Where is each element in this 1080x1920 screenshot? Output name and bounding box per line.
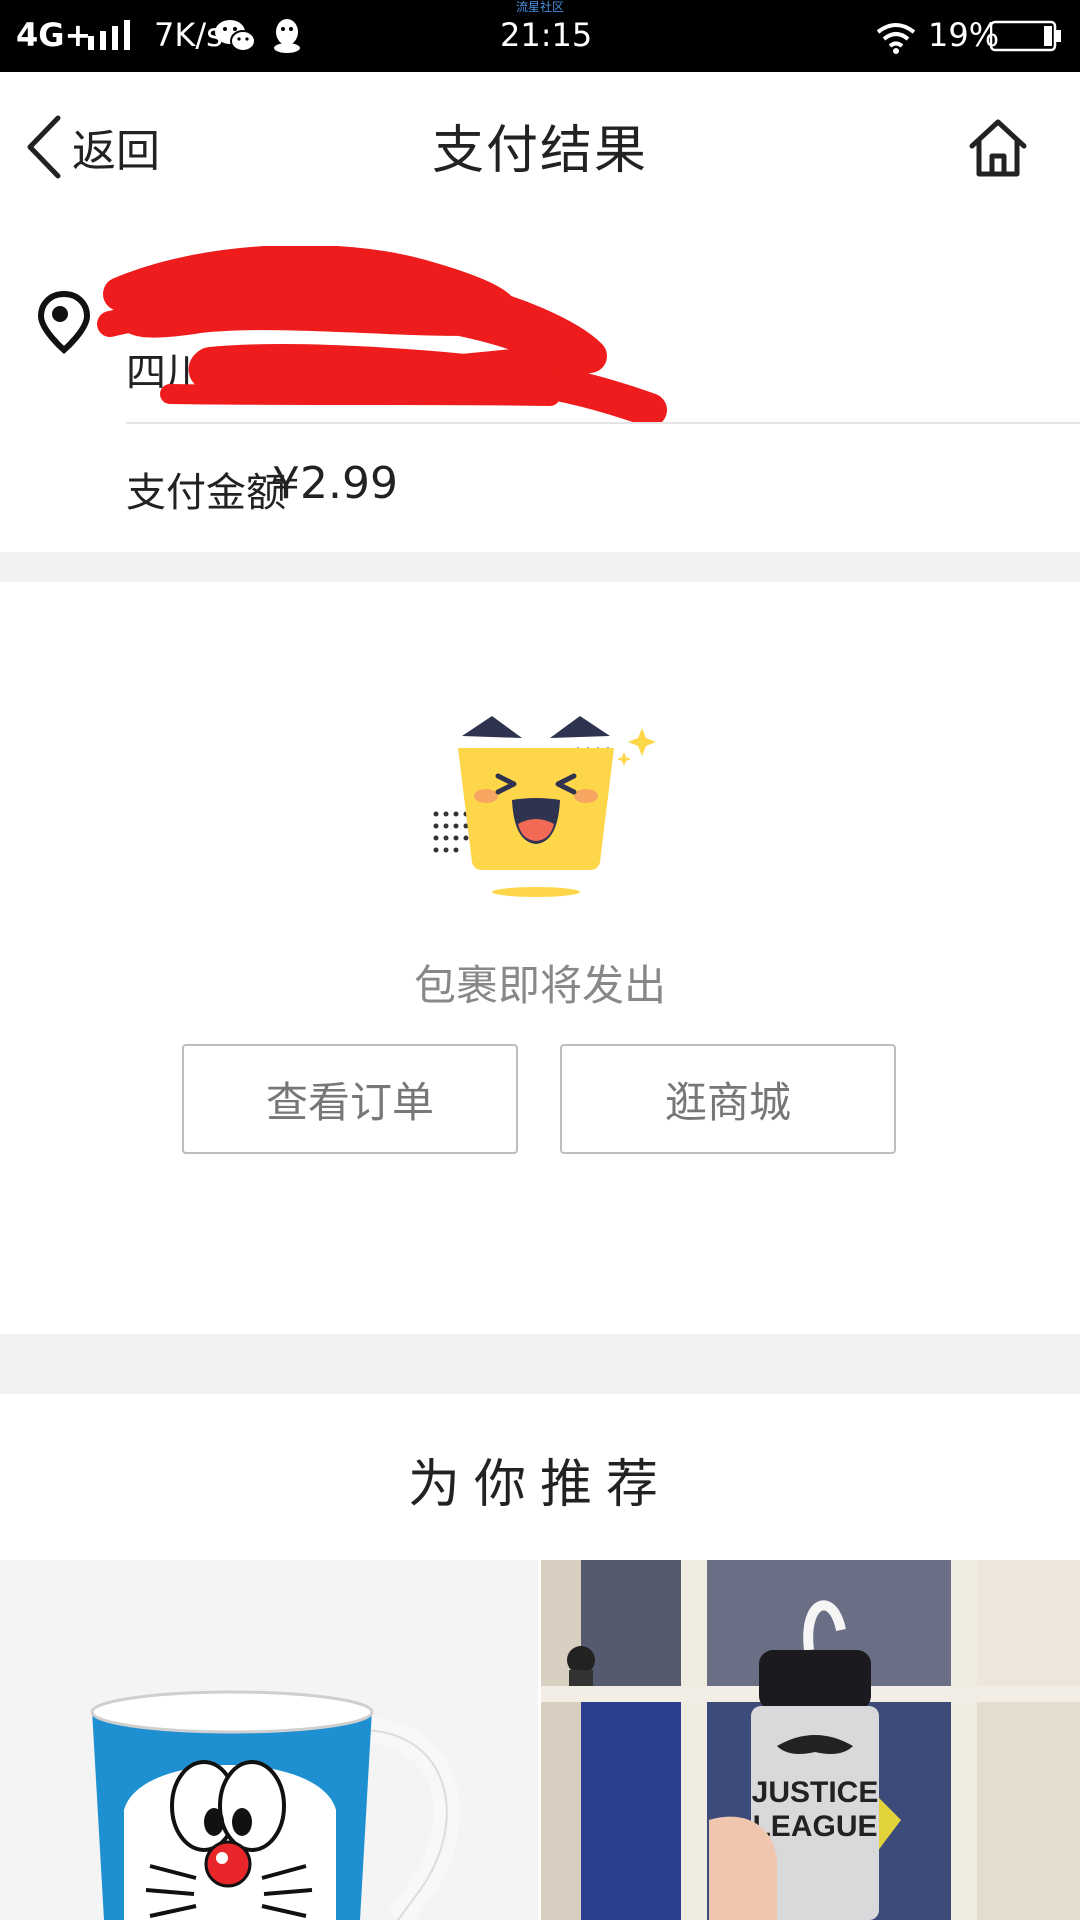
payment-amount-value: ¥2.99 [272, 458, 398, 509]
doraemon-mug-image [0, 1560, 538, 1920]
carrier-label: 流星社区 [515, 0, 564, 14]
wechat-icon [215, 20, 256, 52]
payment-summary: 支付金额 ¥2.99 [0, 424, 1080, 552]
status-bar: 4G+ 7K/s 流星社区 21:15 19% [0, 0, 1080, 72]
water-bottle-image: JUSTICE LEAGUE [541, 1560, 1080, 1920]
signal-icon [88, 20, 130, 50]
shipping-address[interactable]: 四川省 [0, 222, 1080, 426]
page-title: 支付结果 [431, 121, 648, 181]
view-orders-button[interactable]: 查看订单 [182, 1044, 518, 1154]
battery-percent: 19% [928, 16, 1000, 54]
qq-icon [274, 19, 300, 53]
svg-text:LEAGUE: LEAGUE [752, 1810, 877, 1843]
redaction-scribble [97, 246, 667, 426]
battery-icon [990, 20, 1061, 52]
happy-box-mascot-icon [433, 716, 656, 897]
success-message: 包裹即将发出 [413, 961, 666, 1010]
wifi-icon [876, 23, 916, 54]
payment-amount-label: 支付金额 [126, 470, 286, 516]
network-type: 4G+ [16, 16, 92, 54]
location-pin-icon [37, 290, 91, 354]
clock: 21:15 [500, 16, 593, 54]
network-speed: 7K/s [154, 16, 223, 54]
product-card-mug[interactable] [0, 1560, 538, 1920]
bottle-print-text: JUSTICE [752, 1776, 879, 1809]
product-card-bottle[interactable]: JUSTICE LEAGUE [541, 1560, 1080, 1920]
home-icon[interactable] [966, 116, 1030, 180]
go-shopping-button[interactable]: 逛商城 [560, 1044, 896, 1154]
section-gap [0, 552, 1080, 582]
nav-header: 返回 支付结果 [0, 72, 1080, 222]
section-gap [0, 1334, 1080, 1394]
recommend-title: 为你推荐 [407, 1455, 672, 1515]
payment-success-panel: 包裹即将发出 查看订单 逛商城 [0, 582, 1080, 1334]
